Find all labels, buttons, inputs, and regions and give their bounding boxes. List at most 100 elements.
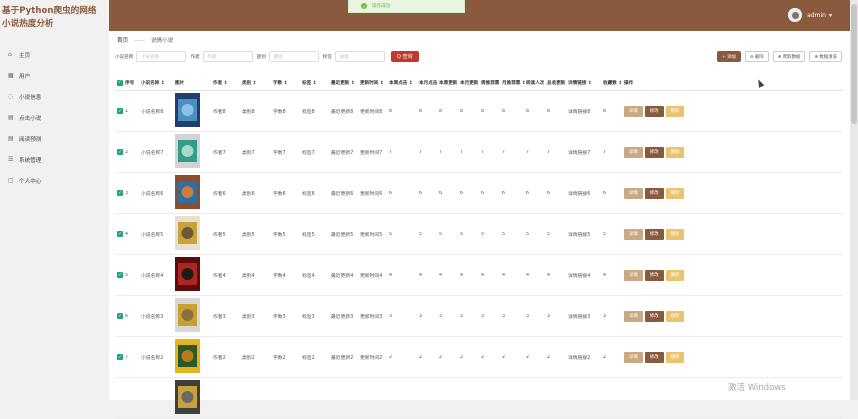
sidebar-item-label: 主页	[19, 52, 31, 59]
category-input[interactable]: 题别	[268, 51, 319, 62]
column-header[interactable]: 更新时间 ↕	[360, 80, 389, 86]
row-checkbox-cell[interactable]: ✓	[115, 354, 125, 360]
detail-button[interactable]: 详情	[624, 351, 643, 363]
table-cell: 8	[460, 108, 464, 114]
breadcrumb-home[interactable]: 首页	[117, 38, 128, 44]
column-header[interactable]: 详情链接 ↕	[568, 80, 603, 86]
scrollbar[interactable]	[850, 0, 858, 400]
add-button[interactable]: + 添加	[717, 51, 741, 62]
select-all-cell[interactable]: ✓	[115, 79, 125, 86]
edit-button[interactable]: 修改	[644, 228, 664, 240]
tag-input[interactable]: 标签	[335, 51, 385, 62]
table-cell: 作者6	[213, 191, 226, 197]
column-header[interactable]: 收藏数 ↕	[603, 80, 624, 86]
sidebar-item-label: 阅读预测	[19, 136, 42, 143]
row-index: 6	[125, 313, 129, 319]
table-row[interactable]: ✓ 7 小说名称2 作者2 类别2 字数2 标签2 最近更新2 更新时间2 2 2 2 2 2 2 2 2 详情链…	[115, 337, 843, 378]
column-header[interactable]: 字数 ↕	[273, 80, 302, 86]
column-header[interactable]: 本周点击 ↕	[389, 80, 419, 86]
sidebar-item-6[interactable]: ▢ 个人中心	[0, 170, 109, 191]
delete-row-button[interactable]: 删除	[665, 146, 685, 158]
row-checkbox[interactable]: ✓	[117, 354, 123, 360]
column-header[interactable]: 标签 ↕	[302, 80, 331, 86]
column-header[interactable]: 序号	[125, 80, 141, 86]
edit-button[interactable]: 修改	[644, 146, 664, 158]
edit-button[interactable]: 修改	[644, 351, 664, 363]
detail-button[interactable]: 详情	[624, 187, 643, 199]
delete-row-button[interactable]: 删除	[665, 105, 685, 117]
table-cell: 7	[460, 149, 464, 155]
column-header[interactable]: 总收更新 ↕	[547, 80, 568, 86]
avatar[interactable]	[788, 8, 803, 22]
user-menu[interactable]: admin ▾	[788, 8, 832, 22]
edit-button[interactable]: 修改	[644, 187, 664, 199]
row-checkbox[interactable]: ✓	[117, 231, 123, 237]
sidebar-item-3[interactable]: ▤ 点击小说	[0, 107, 109, 128]
edit-button[interactable]: 修改	[644, 310, 664, 322]
row-checkbox-cell[interactable]: ✓	[115, 313, 125, 319]
row-checkbox-cell[interactable]: ✓	[115, 149, 125, 155]
column-header[interactable]: 图片	[175, 80, 213, 86]
table-cell: 更新时间4	[360, 273, 383, 279]
row-checkbox[interactable]: ✓	[117, 272, 123, 278]
detail-button[interactable]: 详情	[624, 146, 643, 158]
detail-button[interactable]: 详情	[624, 228, 643, 240]
column-header[interactable]: 类别 ↕	[242, 80, 273, 86]
author-input[interactable]: 作者	[202, 51, 253, 62]
query-button[interactable]: Q 查询	[391, 51, 419, 62]
column-header[interactable]: 本月点击 ↕	[419, 80, 439, 86]
crawl-data-button[interactable]: ⊕ 爬取数据	[772, 51, 806, 62]
row-checkbox[interactable]: ✓	[117, 149, 123, 155]
edit-button[interactable]: 修改	[644, 105, 664, 117]
table-cell: 5	[526, 231, 530, 237]
row-checkbox[interactable]: ✓	[117, 313, 123, 319]
detail-button[interactable]: 详情	[624, 269, 643, 281]
column-header[interactable]: 阅读人次 ↕	[526, 80, 547, 86]
delete-row-button[interactable]: 删除	[665, 228, 685, 240]
column-header[interactable]: 作者 ↕	[213, 80, 242, 86]
column-header[interactable]: 最近更新 ↕	[331, 80, 360, 86]
table-row[interactable]: ✓ 3 小说名称6 作者6 类别6 字数6 标签6 最近更新6 更新时间6 6 6 6 6 6 6 6 6 详情链…	[115, 173, 843, 214]
row-checkbox-cell[interactable]: ✓	[115, 231, 125, 237]
sidebar-item-0[interactable]: ⌂ 主页	[0, 44, 109, 65]
row-checkbox[interactable]: ✓	[117, 108, 123, 114]
scrollbar-thumb[interactable]	[851, 4, 857, 124]
table-cell: 最近更新7	[331, 150, 354, 156]
novel-cover-image	[175, 380, 200, 414]
delete-button[interactable]: ⊖ 删除	[744, 51, 769, 62]
novel-name-input[interactable]: 小说名称	[136, 51, 187, 62]
table-row[interactable]: ✓ 2 小说名称7 作者7 类别7 字数7 标签7 最近更新7 更新时间7 7 7 7 7 7 7 7 7 详情链…	[115, 132, 843, 173]
detail-button[interactable]: 详情	[624, 105, 643, 117]
sidebar-item-5[interactable]: ☰ 系统管理	[0, 149, 109, 170]
row-checkbox-cell[interactable]: ✓	[115, 190, 125, 196]
column-header[interactable]: 小说名称 ↕	[141, 80, 175, 86]
chevron-down-icon[interactable]: ▾	[829, 12, 832, 19]
sidebar-item-1[interactable]: ▦ 用户	[0, 65, 109, 86]
row-checkbox-cell[interactable]: ✓	[115, 272, 125, 278]
sidebar-item-2[interactable]: ◌ 小说信息	[0, 86, 109, 107]
select-all-checkbox[interactable]: ✓	[117, 79, 123, 86]
info-icon: ◌	[8, 93, 14, 100]
clean-data-button[interactable]: ⊕ 数据清洗	[809, 51, 842, 62]
detail-button[interactable]: 详情	[624, 310, 643, 322]
column-header[interactable]: 操作	[624, 80, 688, 86]
table-row[interactable]: ✓ 1 小说名称8 作者8 类别8 字数8 标签8 最近更新8 更新时间8 8 8 8 8 8 8 8 8 详情链…	[115, 91, 843, 132]
table-row[interactable]: ✓ 4 小说名称5 作者5 类别5 字数5 标签5 最近更新5 更新时间5 5 5 5 5 5 5 5 5 详情链…	[115, 214, 843, 255]
row-checkbox-cell[interactable]: ✓	[115, 108, 125, 114]
username[interactable]: admin	[807, 12, 826, 19]
delete-row-button[interactable]: 删除	[665, 187, 685, 199]
column-header[interactable]: 本月更新 ↕	[460, 80, 481, 86]
column-header[interactable]: 本周更新 ↕	[439, 80, 460, 86]
column-header[interactable]: 周推荐票 ↕	[481, 80, 502, 86]
row-checkbox[interactable]: ✓	[117, 190, 123, 196]
toast-text: 操作成功	[372, 4, 391, 9]
column-header[interactable]: 月推荐票 ↕	[502, 80, 526, 86]
sidebar-item-4[interactable]: ▤ 阅读预测	[0, 128, 109, 149]
delete-row-button[interactable]: 删除	[665, 351, 685, 363]
table-row[interactable]: ✓ 6 小说名称3 作者3 类别3 字数3 标签3 最近更新3 更新时间3 3 3 3 3 3 3 3 3 详情链…	[115, 296, 843, 337]
edit-button[interactable]: 修改	[644, 269, 664, 281]
table-row[interactable]: ✓ 5 小说名称4 作者4 类别4 字数4 标签4 最近更新4 更新时间4 4 4 4 4 4 4 4 4 详情链…	[115, 255, 843, 296]
delete-row-button[interactable]: 删除	[665, 310, 685, 322]
delete-row-button[interactable]: 删除	[665, 269, 685, 281]
filter-label-category: 题别	[256, 54, 266, 60]
